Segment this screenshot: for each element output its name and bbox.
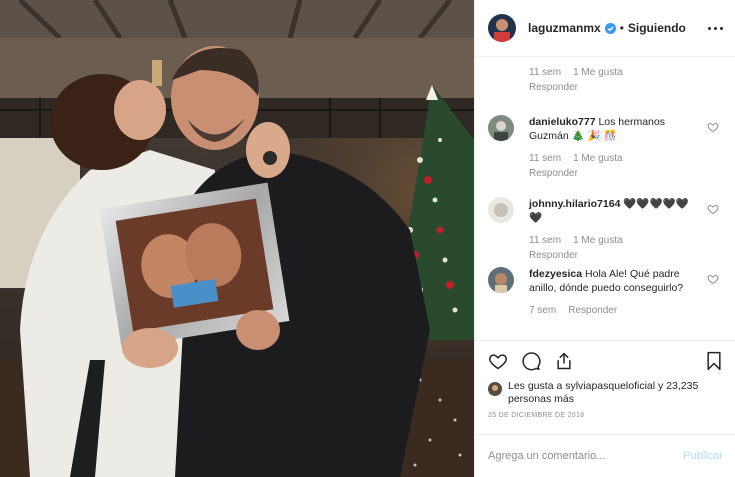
heart-icon[interactable]: [707, 121, 719, 133]
comment-item: johnny.hilario7164 🖤🖤🖤🖤🖤🖤 11 sem 1 Me gu…: [488, 197, 723, 261]
bookmark-icon[interactable]: [705, 351, 723, 371]
instagram-post: laguzmanmx • Siguiendo 11 sem 1 Me gusta…: [0, 0, 735, 477]
reply-button[interactable]: Responder: [529, 82, 723, 93]
likes-summary: Les gusta a sylviapasqueloficial y 23,23…: [475, 380, 735, 406]
liker-avatar[interactable]: [488, 382, 502, 396]
comment-item: danieluko777 Los hermanos Guzmán 🎄 🎉 🎊 1…: [488, 115, 723, 179]
share-icon[interactable]: [554, 351, 574, 371]
comment-avatar[interactable]: [488, 115, 514, 141]
reply-button[interactable]: Responder: [529, 250, 723, 261]
verified-badge-icon: [604, 22, 616, 34]
more-options-icon[interactable]: [708, 26, 723, 30]
comment-item: 11 sem 1 Me gusta Responder: [488, 57, 723, 93]
publish-button[interactable]: Publicar: [683, 450, 723, 462]
comment-user[interactable]: danieluko777: [529, 116, 596, 128]
header-separator: •: [619, 21, 624, 35]
comment-likes[interactable]: 1 Me gusta: [573, 67, 622, 78]
comment-avatar[interactable]: [488, 267, 514, 293]
comment-user[interactable]: fdezyesica: [529, 268, 582, 280]
comments-list[interactable]: 11 sem 1 Me gusta Responder danieluko777…: [475, 57, 735, 340]
comment-time[interactable]: 11 sem: [529, 153, 561, 164]
photo-illustration: [0, 0, 474, 477]
comment-text: fdezyesica Hola Ale! Qué padre anillo, d…: [529, 268, 684, 294]
author-username[interactable]: laguzmanmx: [528, 21, 601, 35]
author-avatar[interactable]: [488, 14, 516, 42]
reply-button[interactable]: Responder: [568, 305, 617, 316]
post-sidebar: laguzmanmx • Siguiendo 11 sem 1 Me gusta…: [474, 0, 735, 477]
add-comment-bar: Agrega un comentario... Publicar: [475, 434, 735, 477]
comment-likes[interactable]: 1 Me gusta: [573, 153, 622, 164]
post-photo[interactable]: [0, 0, 474, 477]
comment-likes[interactable]: 1 Me gusta: [573, 235, 622, 246]
comment-time[interactable]: 11 sem: [529, 235, 561, 246]
post-date[interactable]: 25 DE DICIEMBRE DE 2018: [475, 406, 735, 434]
likes-text[interactable]: Les gusta a sylviapasqueloficial y 23,23…: [508, 380, 722, 406]
post-header: laguzmanmx • Siguiendo: [475, 0, 735, 57]
comment-avatar[interactable]: [488, 197, 514, 223]
comment-text: danieluko777 Los hermanos Guzmán 🎄 🎉 🎊: [529, 116, 665, 142]
following-button[interactable]: Siguiendo: [628, 21, 686, 35]
comment-time[interactable]: 11 sem: [529, 67, 561, 78]
comment-time[interactable]: 7 sem: [529, 305, 556, 316]
heart-icon[interactable]: [488, 351, 508, 371]
comment-item: fdezyesica Hola Ale! Qué padre anillo, d…: [488, 267, 723, 316]
reply-button[interactable]: Responder: [529, 168, 723, 179]
heart-icon[interactable]: [707, 273, 719, 285]
comment-text: johnny.hilario7164 🖤🖤🖤🖤🖤🖤: [529, 198, 689, 224]
comment-input[interactable]: Agrega un comentario...: [488, 450, 605, 462]
comment-user[interactable]: johnny.hilario7164: [529, 198, 620, 210]
comment-icon[interactable]: [521, 351, 541, 371]
heart-icon[interactable]: [707, 203, 719, 215]
post-actions: [475, 340, 735, 380]
